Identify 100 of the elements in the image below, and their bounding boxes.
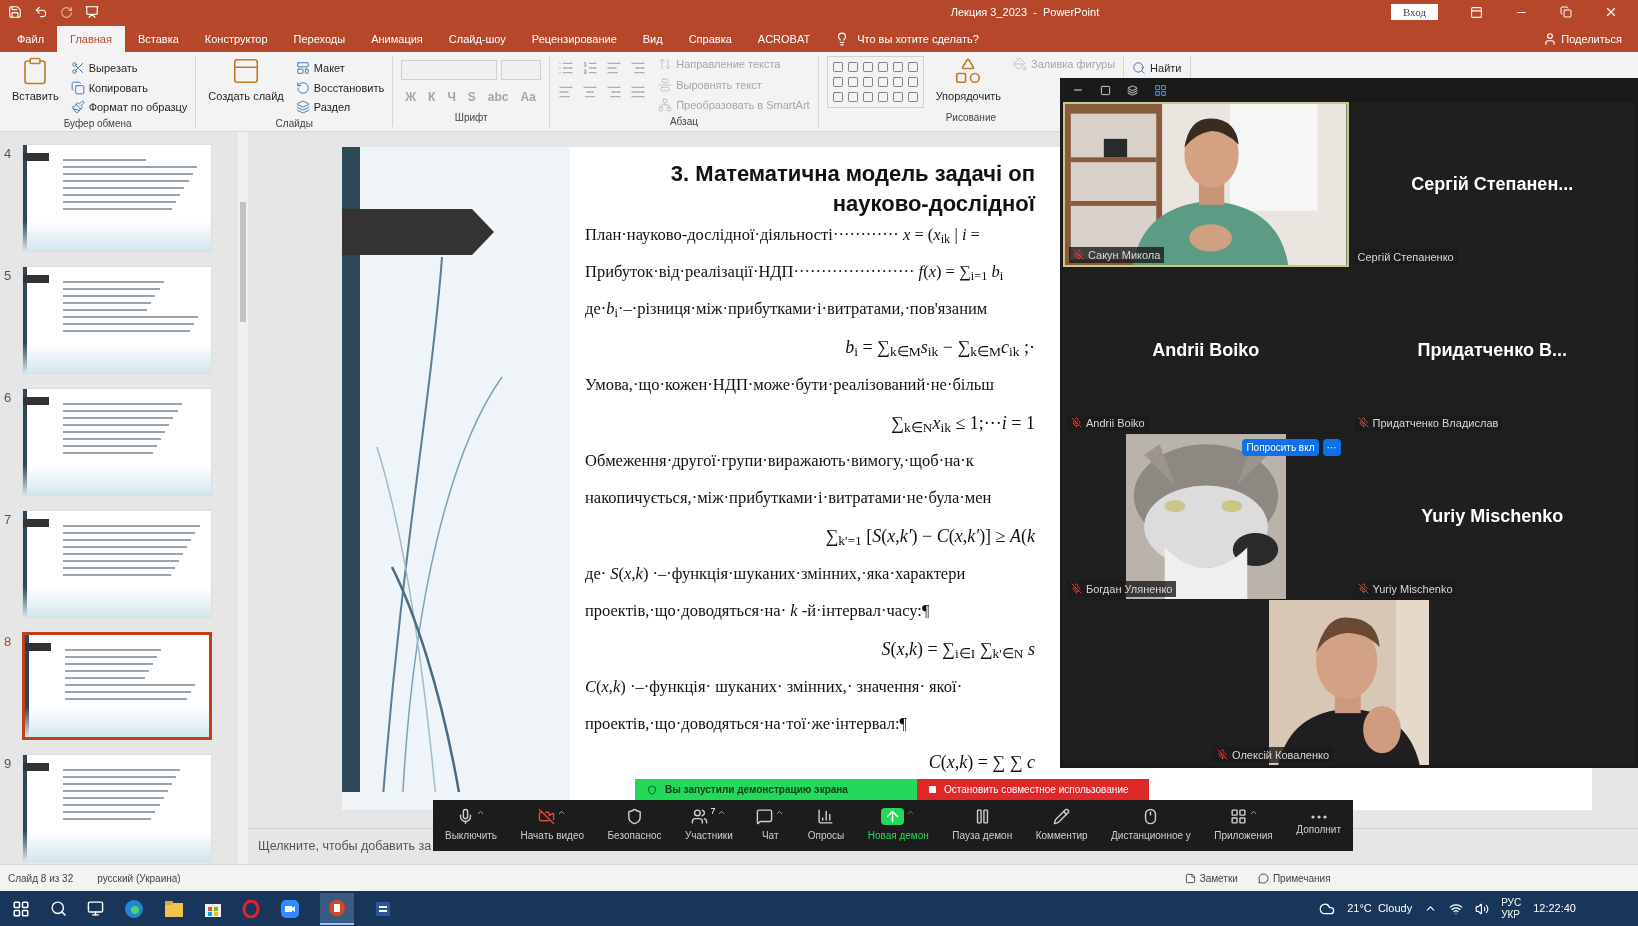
language-indicator[interactable]: русский (Украина) — [97, 870, 181, 886]
ribbon-tab[interactable]: ACROBAT — [744, 26, 824, 52]
ribbon-tab[interactable]: Вид — [629, 26, 676, 52]
ribbon-tab[interactable]: Вставка — [124, 26, 192, 52]
close-icon[interactable] — [1604, 5, 1618, 19]
ribbon-button[interactable]: Упорядочить — [931, 56, 1006, 108]
formula: ∑$_{k∈N}$x$_{ik}$ ≤ 1;···i = 1 — [891, 411, 1035, 437]
ribbon-button[interactable]: Макет — [295, 60, 385, 77]
restore-icon[interactable] — [1560, 6, 1572, 18]
ribbon-button[interactable]: Вырезать — [70, 60, 188, 77]
ribbon-button[interactable]: Восстановить — [295, 79, 385, 96]
windows-start-icon[interactable] — [12, 899, 30, 918]
caret-icon[interactable] — [717, 808, 727, 817]
browser-icon[interactable] — [124, 898, 144, 919]
presentation-icon[interactable] — [85, 5, 99, 19]
ribbon-tab[interactable]: Главная — [57, 26, 125, 52]
caret-icon[interactable] — [775, 808, 785, 817]
stop-share-button[interactable]: Остановить совместное использование — [917, 779, 1149, 800]
ribbon-tab[interactable]: Конструктор — [191, 26, 281, 52]
paragraph-line: проектів,·що·доводяться·на·тої·же·інтервал:¶ — [585, 713, 908, 735]
ribbon-button[interactable]: Копировать — [70, 79, 188, 96]
toolbar-button[interactable]: Приложения — [1214, 808, 1273, 843]
toolbar-button[interactable]: Безопаснос — [607, 808, 662, 843]
toolbar-button[interactable]: Комментир — [1035, 808, 1088, 843]
paragraph-line: де· S(x,k) ·–·функція·шуканих·змінних,·яка·характери — [585, 563, 966, 586]
toolbar-button[interactable]: Дополнит — [1296, 814, 1341, 837]
ribbon-tab[interactable]: Рецензирование — [518, 26, 630, 52]
ribbon-tab[interactable]: Файл — [4, 26, 58, 52]
ribbon-button[interactable]: Создать слайд — [204, 56, 288, 116]
shapes-gallery-drawing[interactable] — [826, 56, 924, 108]
participant-name: Сергій Степанен... — [1411, 173, 1574, 196]
slide-number: 7 — [4, 511, 13, 529]
ribbon-button[interactable]: Вставить — [8, 56, 63, 116]
ribbon-button[interactable]: Раздел — [295, 99, 385, 116]
input-language[interactable]: УКР — [1501, 908, 1522, 921]
ribbon-button[interactable]: Формат по образцу — [70, 99, 188, 116]
save-icon[interactable] — [8, 5, 22, 19]
ribbon-tab[interactable]: Переходы — [280, 26, 359, 52]
name-label: Yuriy Mischenko — [1353, 580, 1457, 597]
paragraph-line: накопичується,·між·прибутками·і·витратами·не·була·мен — [585, 486, 992, 509]
tile-action-button[interactable]: Попросить вкл — [1242, 439, 1319, 456]
muted-microphone-icon — [1071, 417, 1082, 429]
video-off-icon — [538, 808, 556, 825]
font-size-field[interactable] — [501, 60, 542, 80]
toolbar-button[interactable]: Дистанционное у — [1111, 808, 1191, 843]
slide-number: 8 — [4, 633, 13, 651]
weather-text[interactable]: 21°C Cloudy — [1347, 900, 1413, 917]
font-field[interactable] — [401, 60, 498, 80]
copy-icon — [70, 80, 85, 95]
slide-title: 3. Математична модель задачі оп — [669, 160, 1035, 188]
toolbar-button[interactable]: Чат — [756, 808, 785, 843]
ring-icon[interactable] — [242, 899, 260, 918]
notes-button[interactable]: Заметки — [1184, 870, 1238, 886]
more-icon — [1310, 814, 1327, 819]
speaker-view-icon[interactable] — [1100, 84, 1111, 96]
speaker-icon[interactable] — [1475, 901, 1490, 916]
muted-microphone-icon — [1073, 249, 1084, 261]
ribbon-tab[interactable]: Справка — [675, 26, 745, 52]
share-button[interactable]: Поделиться — [1543, 26, 1622, 52]
paragraph-line: Обмеження·другої·групи·виражають·вимогу,·щоб·на·к — [585, 450, 974, 473]
presentation-app-icon[interactable] — [320, 892, 354, 925]
video-call-icon[interactable] — [280, 898, 300, 919]
toolbar-button[interactable]: Пауза демон — [952, 808, 1013, 843]
caret-icon[interactable] — [557, 808, 567, 817]
ribbon-display-icon[interactable] — [1470, 5, 1483, 19]
redo-icon[interactable] — [60, 5, 73, 19]
clock[interactable]: 12:22:40 — [1533, 899, 1576, 916]
search-icon[interactable] — [50, 900, 67, 917]
chat-icon — [756, 808, 774, 825]
caret-icon[interactable] — [1248, 808, 1258, 817]
toolbar-button[interactable]: Опросы — [807, 808, 845, 843]
caret-icon[interactable] — [906, 808, 916, 817]
caret-icon[interactable] — [476, 808, 485, 817]
toolbar-button[interactable]: Новая демон — [867, 808, 929, 843]
ribbon-tab[interactable]: Слайд-шоу — [435, 26, 519, 52]
participant-name: Andrii Boiko — [1152, 339, 1260, 362]
slide-thumbnail[interactable] — [22, 632, 212, 740]
task-view-icon[interactable] — [87, 900, 104, 917]
ribbon-button[interactable]: Найти — [1132, 60, 1182, 77]
muted-microphone-icon — [1357, 417, 1369, 429]
participant-name: Придатченко В... — [1417, 339, 1567, 362]
input-language[interactable]: РУС — [1501, 896, 1522, 909]
toolbar-button[interactable]: 7 Участники — [685, 808, 733, 843]
name-label: Andrii Boiko — [1067, 414, 1149, 431]
wifi-icon[interactable] — [1449, 901, 1464, 916]
notes-placeholder[interactable]: Щелкните, чтобы добавить за — [258, 837, 432, 856]
folder-icon[interactable] — [164, 899, 184, 918]
tile-action-button[interactable]: ··· — [1322, 439, 1341, 456]
ribbon-tab[interactable]: Анимация — [358, 26, 436, 52]
comments-button[interactable]: Примечания — [1257, 870, 1331, 886]
toolbar-button[interactable]: Начать видео — [520, 808, 585, 843]
paragraph-line: Умова,·що·кожен·НДП·може·бути·реалізований·не·більш — [585, 373, 994, 396]
document-app-icon[interactable] — [374, 899, 392, 918]
search-icon — [1132, 61, 1147, 76]
scrollbar[interactable] — [238, 132, 248, 864]
undo-icon[interactable] — [34, 5, 48, 19]
grid-view-icon[interactable] — [1154, 83, 1167, 97]
sign-in-button[interactable]: Вход — [1390, 3, 1438, 21]
toolbar-button[interactable]: Выключить — [445, 808, 498, 843]
tell-me-field[interactable]: Что вы хотите сделать? — [857, 30, 979, 48]
